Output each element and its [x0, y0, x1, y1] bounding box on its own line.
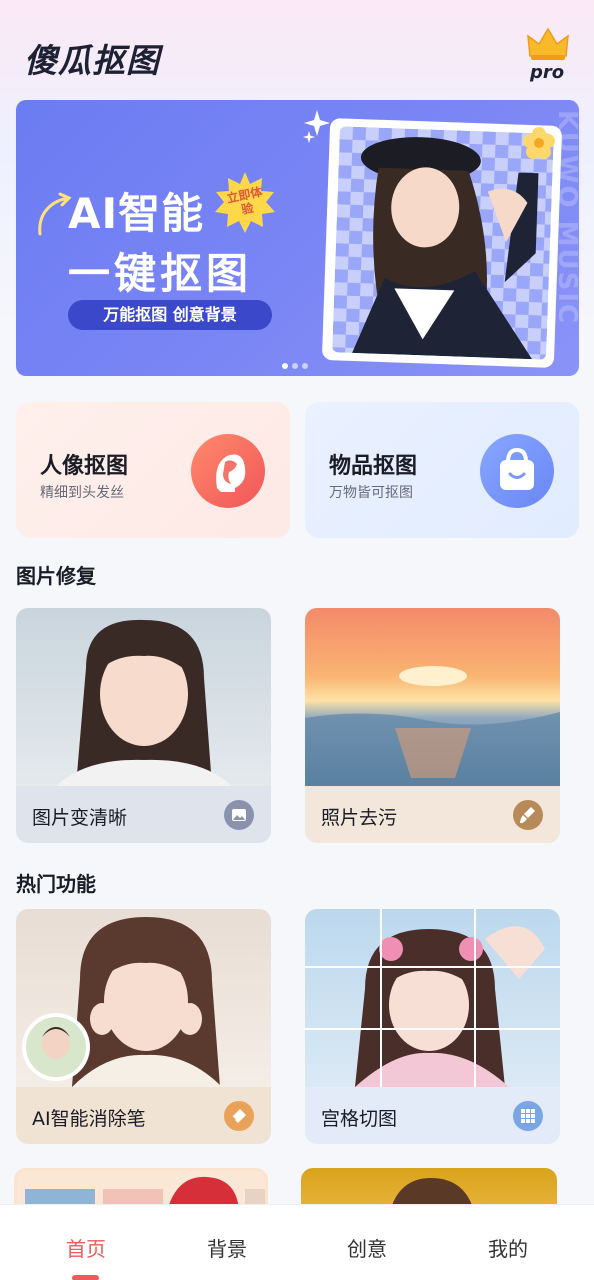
banner-headline-2: 一键抠图 — [68, 249, 253, 298]
tile-sharpen[interactable]: 图片变清晰 — [16, 608, 271, 843]
pro-label: pro — [530, 62, 565, 83]
nav-home[interactable]: 首页 — [46, 1233, 126, 1262]
feature-subtitle: 万物皆可抠图 — [329, 485, 413, 501]
bag-icon — [480, 434, 554, 508]
feature-subtitle: 精细到头发丝 — [40, 485, 124, 501]
tile-image — [391, 1178, 473, 1208]
banner-photo — [332, 126, 554, 360]
banner-side-watermark: KUWO MUSIC — [552, 110, 579, 326]
nav-active-indicator — [72, 1275, 99, 1280]
tile-bar: 图片变清晰 — [16, 786, 271, 843]
tile-label: 宫格切图 — [321, 1108, 398, 1130]
feature-title: 人像抠图 — [40, 454, 129, 479]
promo-banner[interactable]: AI智能 一键抠图 立即体验 万能抠图 创意背景 KUWO MUSIC — [16, 100, 579, 376]
banner-tagline: 万能抠图 创意背景 — [68, 300, 272, 330]
crown-icon — [527, 27, 569, 60]
app-title: 傻瓜抠图 — [24, 41, 160, 80]
banner-pager — [282, 354, 312, 373]
object-cutout-card[interactable]: 物品抠图 万物皆可抠图 — [305, 402, 579, 538]
pager-dot — [282, 363, 288, 369]
image-icon — [224, 800, 254, 830]
tile-image — [16, 608, 271, 786]
tile-grid-cut[interactable]: 宫格切图 — [305, 909, 560, 1144]
feature-title: 物品抠图 — [329, 454, 418, 479]
tile-image — [16, 909, 271, 1087]
tile-bar: 照片去污 — [305, 786, 560, 843]
nav-mine[interactable]: 我的 — [468, 1233, 548, 1262]
tile-bar: 宫格切图 — [305, 1087, 560, 1144]
model-illustration — [352, 137, 539, 360]
section-title-hot: 热门功能 — [16, 872, 96, 896]
tile-label: AI智能消除笔 — [32, 1108, 146, 1130]
grid-icon — [513, 1101, 543, 1131]
bottom-navigation: 首页 背景 创意 我的 — [0, 1204, 594, 1280]
tile-partial-left[interactable] — [14, 1168, 268, 1208]
tile-bar: AI智能消除笔 — [16, 1087, 271, 1144]
tile-ai-eraser[interactable]: AI智能消除笔 — [16, 909, 271, 1144]
pager-dot — [292, 363, 298, 369]
tile-image — [305, 608, 560, 786]
nav-creative[interactable]: 创意 — [327, 1233, 407, 1262]
eraser-icon — [224, 1101, 254, 1131]
tile-image — [305, 909, 560, 1087]
sparkle-icon — [302, 130, 316, 144]
tile-partial-right[interactable] — [301, 1168, 557, 1208]
tile-label: 图片变清晰 — [32, 807, 128, 829]
banner-headline-1: AI智能 — [68, 189, 205, 238]
flower-icon — [523, 127, 555, 159]
pager-dot — [302, 363, 308, 369]
tile-image — [25, 1176, 265, 1205]
tile-label: 照片去污 — [321, 807, 398, 829]
section-title-repair: 图片修复 — [16, 564, 96, 588]
brush-icon — [513, 800, 543, 830]
tile-stain-removal[interactable]: 照片去污 — [305, 608, 560, 843]
portrait-cutout-card[interactable]: 人像抠图 精细到头发丝 — [16, 402, 290, 538]
portrait-icon — [191, 434, 265, 508]
app-header: 傻瓜抠图 pro — [0, 0, 594, 96]
pro-badge[interactable]: pro — [524, 26, 572, 86]
nav-background[interactable]: 背景 — [187, 1233, 267, 1262]
